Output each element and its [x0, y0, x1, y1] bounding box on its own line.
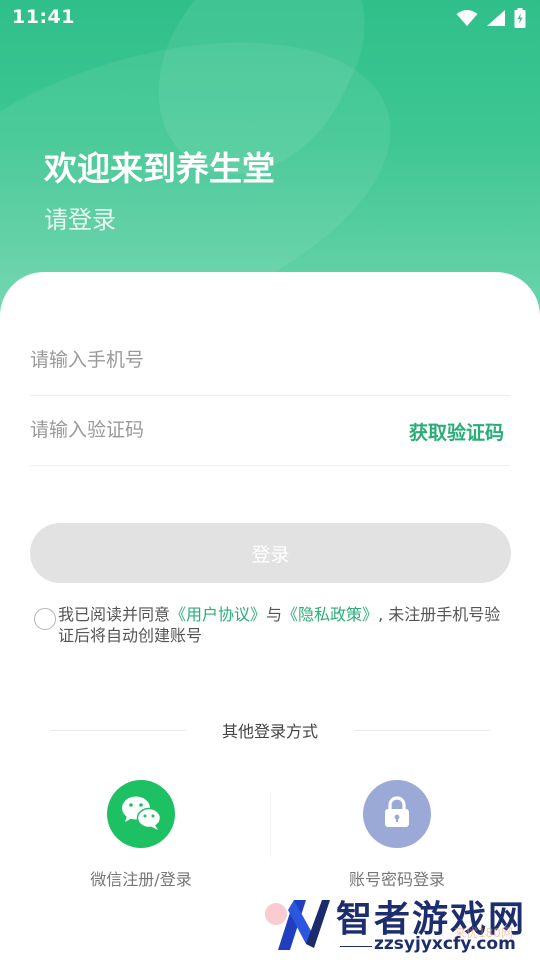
phone-input[interactable]	[30, 326, 390, 394]
watermark: 智者游戏网 zzsyjyxcfy.com 来优180网	[258, 888, 540, 960]
lock-icon	[383, 796, 411, 832]
user-agreement-link[interactable]: 《用户协议》	[170, 605, 266, 624]
password-login-option[interactable]: 账号密码登录	[297, 780, 497, 890]
wechat-login-option[interactable]: 微信注册/登录	[41, 780, 241, 890]
welcome-subtitle: 请登录	[44, 206, 116, 234]
agreement: 我已阅读并同意《用户协议》与《隐私政策》, 未注册手机号验证后将自动创建账号	[34, 604, 514, 646]
watermark-line	[340, 946, 372, 947]
wechat-button[interactable]	[107, 780, 175, 848]
agreement-checkbox[interactable]	[34, 608, 56, 630]
welcome-title: 欢迎来到养生堂	[44, 149, 275, 188]
agreement-prefix: 我已阅读并同意	[58, 605, 171, 624]
wifi-icon	[456, 9, 478, 27]
wechat-icon	[119, 792, 163, 836]
login-button[interactable]: 登录	[30, 523, 511, 583]
battery-icon	[514, 8, 526, 28]
agreement-conjunction: 与	[266, 605, 283, 624]
code-input[interactable]	[30, 396, 390, 464]
watermark-logo-icon	[264, 892, 330, 960]
password-login-label: 账号密码登录	[348, 870, 445, 889]
privacy-policy-link[interactable]: 《隐私政策》	[282, 605, 378, 624]
watermark-faint-text: 来优180网	[454, 926, 513, 940]
code-field: 获取验证码	[30, 396, 510, 466]
status-time: 11:41	[12, 6, 75, 28]
status-bar: 11:41	[0, 0, 540, 36]
get-code-button[interactable]: 获取验证码	[409, 418, 504, 445]
signal-icon	[486, 9, 506, 27]
phone-field	[30, 326, 510, 396]
wechat-login-label: 微信注册/登录	[90, 870, 192, 889]
status-icons	[456, 8, 526, 28]
agreement-text: 我已阅读并同意《用户协议》与《隐私政策》, 未注册手机号验证后将自动创建账号	[58, 604, 514, 646]
methods-divider	[270, 793, 271, 857]
password-login-button[interactable]	[363, 780, 431, 848]
divider-right	[354, 730, 490, 731]
other-login-header: 其他登录方式	[50, 718, 490, 742]
